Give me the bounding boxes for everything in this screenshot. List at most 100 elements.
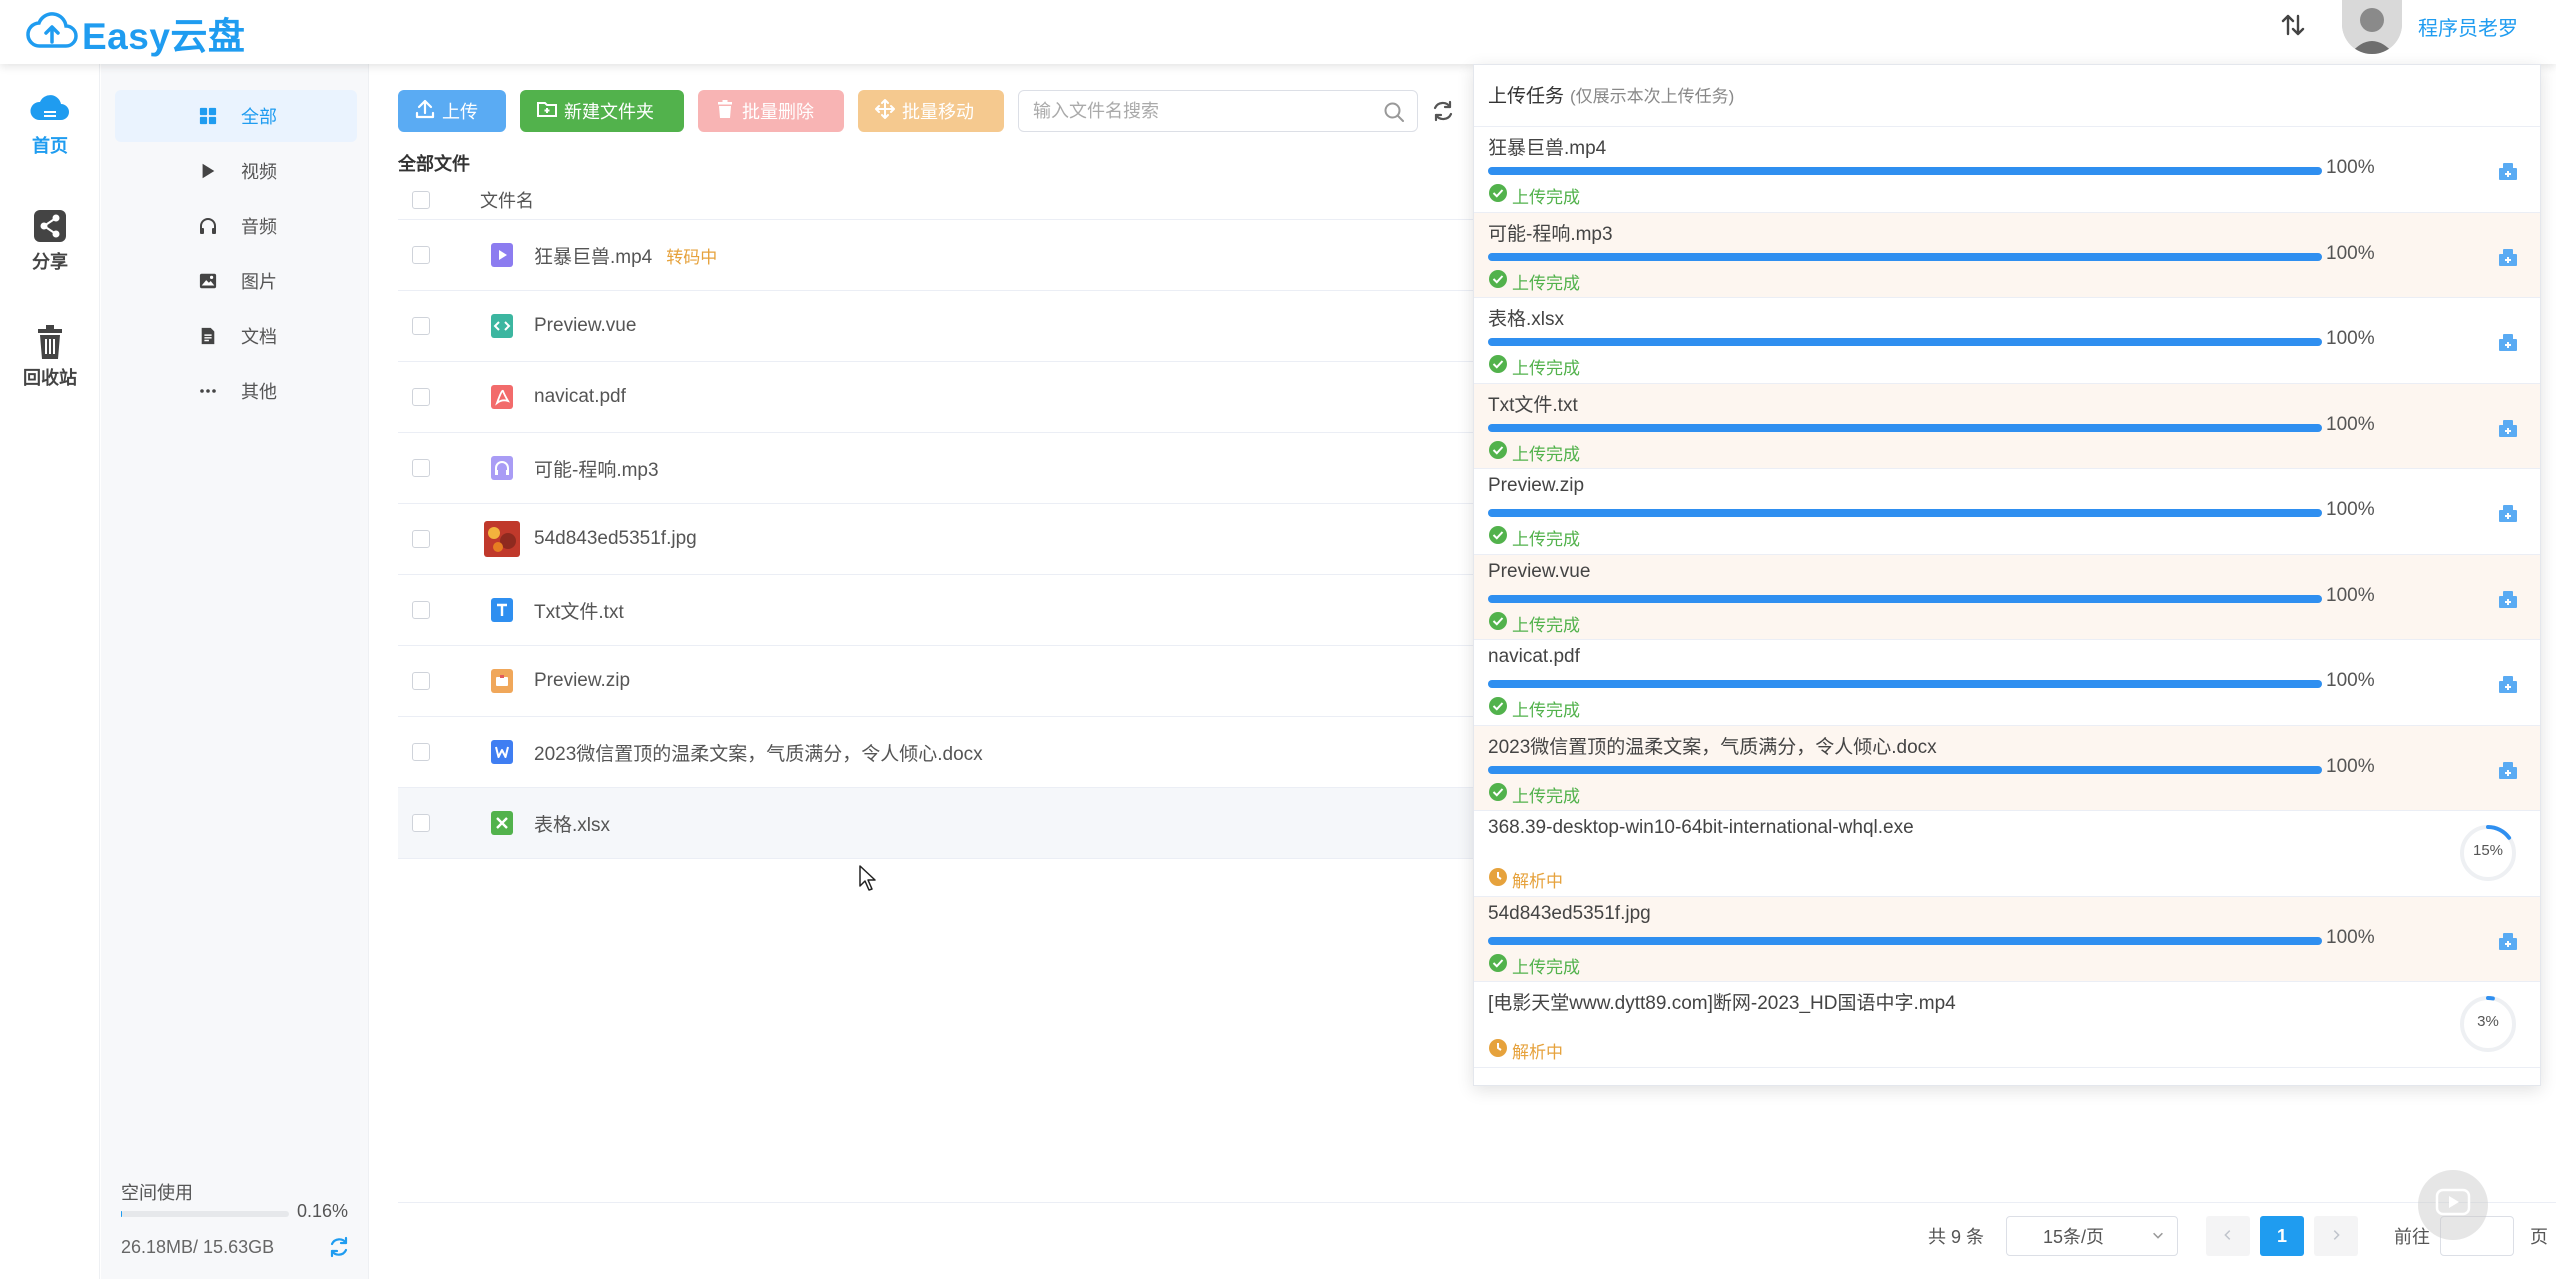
nav-recycle[interactable]: 回收站 (0, 322, 100, 390)
upload-task: 2023微信置顶的温柔文案，气质满分，令人倾心.docx 100% 上传完成 (1474, 725, 2540, 811)
new-folder-button[interactable]: 新建文件夹 (520, 90, 684, 132)
task-progress-text: 100% (2326, 499, 2375, 520)
prev-page-button[interactable] (2206, 1216, 2250, 1256)
row-checkbox[interactable] (412, 388, 430, 406)
task-progress-fill (1488, 423, 2322, 432)
more-icon (197, 380, 219, 402)
row-checkbox[interactable] (412, 459, 430, 477)
row-checkbox[interactable] (412, 246, 430, 264)
space-usage: 空间使用 0.16% 26.18MB/ 15.63GB (121, 1179, 361, 1279)
headphones-icon (197, 215, 219, 237)
category-label: 其他 (241, 382, 277, 402)
task-progress-text: 100% (2326, 242, 2375, 264)
row-checkbox[interactable] (412, 530, 430, 548)
category-all[interactable]: 全部 (115, 90, 357, 142)
task-status: 上传完成 (1488, 525, 1580, 550)
select-all-checkbox[interactable] (412, 190, 430, 209)
task-progress-fill (1488, 765, 2322, 774)
task-status-text: 上传完成 (1512, 615, 1580, 635)
open-folder-icon[interactable] (2496, 416, 2520, 440)
task-progress-fill (1488, 252, 2322, 261)
task-file-name: Preview.zip (1488, 475, 1585, 496)
category-video[interactable]: 视频 (115, 145, 357, 197)
reload-icon[interactable] (1430, 98, 1456, 124)
file-name[interactable]: navicat.pdf (534, 386, 626, 408)
task-file-name: 表格.xlsx (1488, 309, 1565, 330)
nav-home[interactable]: 首页 (0, 90, 100, 158)
space-progress-fill (121, 1211, 122, 1217)
next-page-button[interactable] (2314, 1216, 2358, 1256)
pdf-file-icon (484, 379, 520, 415)
open-folder-icon[interactable] (2496, 929, 2520, 953)
batch-move-button[interactable]: 批量移动 (858, 90, 1004, 132)
image-icon (197, 270, 219, 292)
grid-icon (197, 105, 219, 127)
username[interactable]: 程序员老罗 (2418, 12, 2518, 41)
nav-share[interactable]: 分享 (0, 206, 100, 274)
open-folder-icon[interactable] (2496, 330, 2520, 354)
open-folder-icon[interactable] (2496, 587, 2520, 611)
upload-task: 表格.xlsx 100% 上传完成 (1474, 298, 2540, 384)
check-circle-icon (1488, 183, 1512, 208)
check-circle-icon (1488, 953, 1512, 978)
page-size-value: 15条/页 (2043, 1227, 2105, 1247)
category-audio[interactable]: 音频 (115, 200, 357, 252)
row-checkbox[interactable] (412, 672, 430, 690)
file-name[interactable]: Txt文件.txt (534, 597, 624, 624)
video-play-overlay-button[interactable] (2418, 1170, 2488, 1240)
search-input[interactable] (1019, 91, 1359, 131)
cloud-upload-icon (26, 8, 78, 58)
open-folder-icon[interactable] (2496, 672, 2520, 696)
task-status-text: 解析中 (1512, 872, 1563, 891)
upload-task: navicat.pdf 100% 上传完成 (1474, 640, 2540, 726)
upload-task: 狂暴巨兽.mp4 100% 上传完成 (1474, 127, 2540, 213)
file-name[interactable]: 2023微信置顶的温柔文案，气质满分，令人倾心.docx (534, 739, 983, 766)
category-sidebar: 全部 视频 音频 图片 文档 其他 空间使用 0.16% 26.18MB/ 15… (101, 64, 369, 1279)
open-folder-icon[interactable] (2496, 245, 2520, 269)
transfer-sort-icon[interactable] (2278, 10, 2308, 40)
task-progress-bar (1488, 338, 2322, 346)
logo[interactable]: Easy云盘 (26, 6, 245, 60)
category-label: 图片 (241, 272, 277, 292)
file-name[interactable]: Preview.vue (534, 315, 636, 337)
batch-delete-button[interactable]: 批量删除 (698, 90, 844, 132)
check-circle-icon (1488, 611, 1512, 636)
open-folder-icon[interactable] (2496, 501, 2520, 525)
task-status: 上传完成 (1488, 354, 1580, 379)
upload-task: 可能-程响.mp3 100% 上传完成 (1474, 212, 2540, 298)
toolbar: 上传 新建文件夹 批量删除 批量移动 (398, 90, 1456, 132)
file-name[interactable]: 表格.xlsx (534, 810, 610, 837)
file-name[interactable]: 可能-程响.mp3 (534, 455, 659, 482)
task-status: 上传完成 (1488, 953, 1580, 978)
avatar[interactable] (2342, 0, 2402, 54)
task-progress-fill (1488, 594, 2322, 603)
category-other[interactable]: 其他 (115, 365, 357, 417)
upload-button[interactable]: 上传 (398, 90, 506, 132)
file-name[interactable]: Preview.zip (534, 670, 630, 692)
new-folder-label: 新建文件夹 (564, 102, 654, 122)
task-progress-bar (1488, 252, 2322, 261)
page-size-select[interactable]: 15条/页 (2006, 1216, 2178, 1256)
upload-task: 368.39-desktop-win10-64bit-international… (1474, 811, 2540, 897)
space-title: 空间使用 (121, 1183, 193, 1203)
open-folder-icon[interactable] (2496, 758, 2520, 782)
row-checkbox[interactable] (412, 814, 430, 832)
open-folder-icon[interactable] (2496, 159, 2520, 183)
row-checkbox[interactable] (412, 601, 430, 619)
share-icon (0, 206, 100, 246)
nav-label: 回收站 (23, 368, 77, 388)
refresh-icon[interactable] (327, 1235, 351, 1259)
page-number-button[interactable]: 1 (2260, 1216, 2304, 1256)
clock-icon (1488, 867, 1512, 892)
category-document[interactable]: 文档 (115, 310, 357, 362)
page-suffix: 页 (2530, 1227, 2548, 1247)
row-checkbox[interactable] (412, 317, 430, 335)
check-circle-icon (1488, 525, 1512, 550)
file-name[interactable]: 狂暴巨兽.mp4 (534, 242, 652, 269)
row-checkbox[interactable] (412, 743, 430, 761)
clock-icon (1488, 1038, 1512, 1063)
breadcrumb[interactable]: 全部文件 (398, 150, 470, 176)
file-name[interactable]: 54d843ed5351f.jpg (534, 528, 697, 550)
task-status-text: 上传完成 (1512, 786, 1580, 806)
category-image[interactable]: 图片 (115, 255, 357, 307)
